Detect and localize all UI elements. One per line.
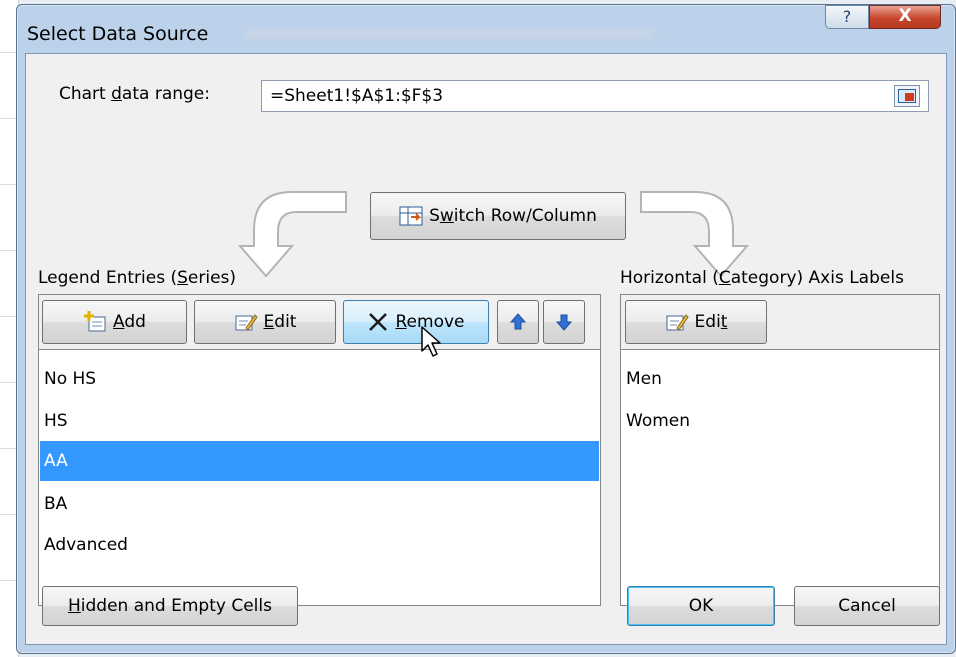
switch-row-column-label: Switch Row/Column	[429, 206, 597, 226]
cancel-button[interactable]: Cancel	[794, 586, 940, 626]
collapse-range-button[interactable]	[894, 85, 920, 107]
hidden-and-empty-cells-button[interactable]: Hidden and Empty Cells	[42, 586, 298, 626]
category-item-men[interactable]: Men	[622, 359, 938, 399]
legend-toolbar: Add Edit Remove	[39, 295, 600, 350]
close-button[interactable]: X	[869, 5, 941, 29]
switch-row-column-button[interactable]: Switch Row/Column	[370, 192, 626, 240]
arrow-up-icon	[510, 313, 526, 330]
legend-entries-panel: Add Edit Remove No HS HS AA BA Advanced	[38, 294, 601, 606]
title-bar[interactable]: Select Data Source ? X	[17, 5, 955, 55]
chart-data-range-input[interactable]: =Sheet1!$A$1:$F$3	[261, 80, 929, 112]
switch-row-column-icon	[399, 206, 423, 226]
category-toolbar: Edit	[621, 295, 939, 350]
legend-entries-heading: Legend Entries (Series)	[38, 268, 237, 288]
series-item-aa[interactable]: AA	[40, 441, 599, 481]
arrow-down-icon	[556, 314, 572, 331]
add-icon	[84, 311, 106, 332]
add-label: Add	[113, 312, 146, 332]
series-item-advanced[interactable]: Advanced	[40, 525, 599, 565]
category-item-women[interactable]: Women	[622, 401, 938, 441]
series-item-hs[interactable]: HS	[40, 401, 599, 441]
edit-label: Edit	[263, 312, 297, 332]
category-axis-labels-panel: Edit Men Women	[620, 294, 940, 606]
ok-button[interactable]: OK	[627, 586, 775, 626]
move-down-button[interactable]	[543, 300, 585, 344]
hidden-and-empty-cells-label: Hidden and Empty Cells	[68, 596, 272, 616]
edit-icon	[666, 314, 689, 331]
category-axis-labels-heading: Horizontal (Category) Axis Labels	[620, 268, 904, 288]
remove-series-button[interactable]: Remove	[343, 300, 489, 344]
series-item-no-hs[interactable]: No HS	[40, 359, 599, 399]
dialog-title: Select Data Source	[27, 23, 209, 45]
chart-data-range-label: Chart data range:	[59, 84, 210, 104]
edit-series-button[interactable]: Edit	[194, 300, 336, 344]
help-button[interactable]: ?	[825, 5, 869, 29]
curved-arrow-left-icon	[237, 191, 347, 278]
remove-x-icon	[369, 313, 388, 331]
edit-category-label: Edit	[694, 312, 728, 332]
dialog-body: Chart data range: =Sheet1!$A$1:$F$3 Swit…	[25, 53, 947, 645]
move-up-button[interactable]	[497, 300, 539, 344]
edit-icon	[235, 314, 258, 331]
series-item-ba[interactable]: BA	[40, 484, 599, 524]
select-data-source-dialog: Select Data Source ? X Chart data range:…	[16, 4, 956, 654]
blurred-background-text	[245, 29, 655, 39]
remove-label: Remove	[395, 312, 465, 332]
edit-category-button[interactable]: Edit	[625, 300, 767, 344]
add-series-button[interactable]: Add	[42, 300, 187, 344]
